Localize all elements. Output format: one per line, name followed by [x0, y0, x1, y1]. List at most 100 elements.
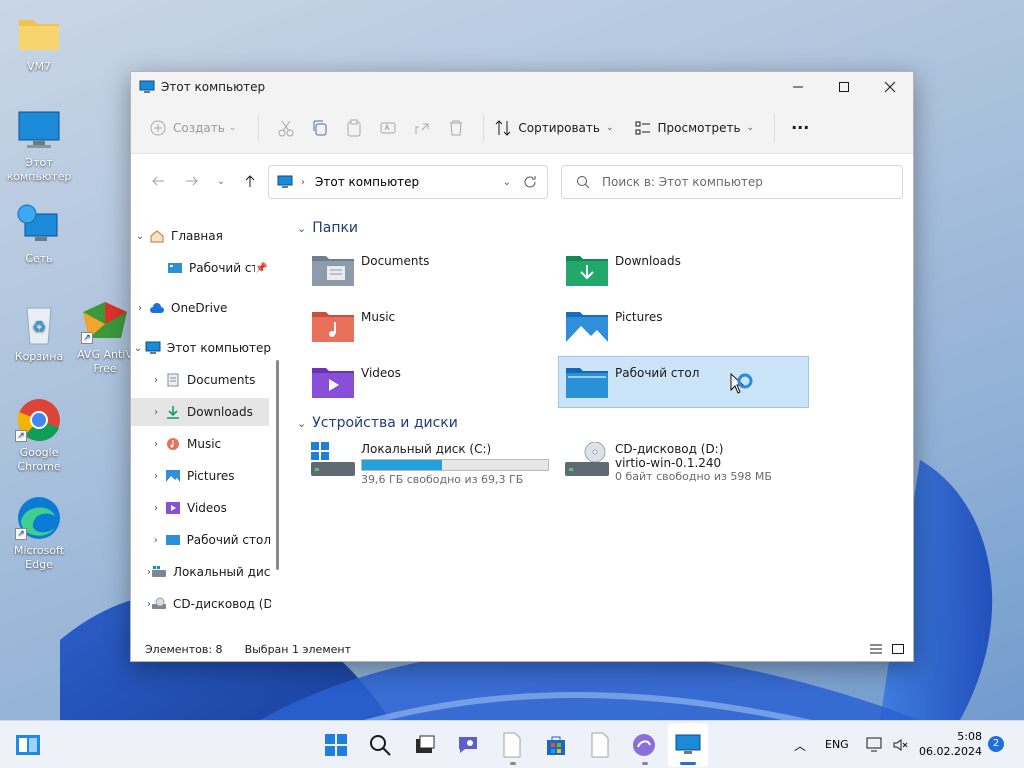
nav-item-videos[interactable]: › Videos — [131, 494, 271, 522]
paste-button[interactable] — [337, 112, 371, 144]
folder-videos[interactable]: Videos — [311, 362, 401, 400]
drive-local-c[interactable]: Локальный диск (C:) 39,6 ГБ свободно из … — [311, 442, 549, 486]
busy-cursor-icon — [730, 372, 753, 394]
nav-item-pictures[interactable]: › Pictures — [131, 462, 271, 490]
volume-muted-icon[interactable] — [892, 737, 908, 753]
nav-item-desktop-pinned[interactable]: Рабочий стол 📌 — [131, 254, 269, 282]
minimize-button[interactable] — [775, 72, 821, 102]
hard-drive-icon — [152, 566, 166, 577]
folder-pictures[interactable]: Pictures — [565, 306, 663, 344]
sort-button[interactable]: Сортировать ⌄ — [494, 112, 614, 144]
desktop-icon-chrome[interactable]: ↗ Google Chrome — [4, 398, 74, 474]
share-button[interactable] — [405, 112, 439, 144]
drive-name: Локальный диск (C:) — [361, 442, 492, 456]
recent-button[interactable]: ⌄ — [209, 167, 233, 195]
more-options-button[interactable]: ··· — [791, 112, 809, 144]
store-button[interactable] — [540, 729, 572, 761]
taskbar: ︿ ENG 5:08 06.02.2024 2 — [0, 720, 1024, 768]
avg-icon: ↗ — [81, 300, 129, 344]
drive-cd-d[interactable]: CD-дисковод (D:) virtio-win-0.1.240 0 ба… — [565, 442, 772, 483]
nav-item-this-pc[interactable]: ⌄ Этот компьютер — [131, 334, 271, 362]
chevron-right-icon: › — [154, 438, 158, 450]
taskbar-file-explorer[interactable] — [672, 729, 704, 761]
refresh-icon[interactable] — [523, 175, 537, 189]
create-button[interactable]: Создать ⌄ — [149, 112, 236, 144]
copy-button[interactable] — [303, 112, 337, 144]
chevron-down-icon[interactable]: ⌄ — [503, 177, 511, 188]
chat-button[interactable] — [452, 729, 484, 761]
nav-item-downloads[interactable]: › Downloads — [131, 398, 269, 426]
view-button[interactable]: Просмотреть ⌄ — [634, 112, 754, 144]
view-icon — [635, 121, 650, 134]
folder-music[interactable]: Music — [311, 306, 395, 344]
nav-item-desktop[interactable]: › Рабочий стол — [131, 526, 271, 554]
edge-icon: ↗ — [15, 496, 63, 540]
taskbar-file-2[interactable] — [584, 729, 616, 761]
desktop-icon-network[interactable]: Сеть — [4, 204, 74, 266]
search-button[interactable] — [364, 729, 396, 761]
search-icon — [577, 176, 590, 189]
content-pane: ⌄ Папки Documents Downloads Music Pictur… — [289, 210, 913, 638]
maximize-button[interactable] — [821, 72, 867, 102]
chevron-up-icon[interactable]: ︿ — [794, 737, 806, 754]
documents-folder-icon — [312, 256, 354, 286]
nav-item-home[interactable]: ⌄ Главная — [131, 222, 271, 250]
taskbar-app-swirl[interactable] — [628, 729, 660, 761]
notification-badge[interactable]: 2 — [988, 736, 1004, 752]
search-placeholder: Поиск в: Этот компьютер — [602, 175, 763, 189]
rename-button[interactable] — [371, 112, 405, 144]
desktop-icon-this-pc[interactable]: Этот компьютер — [4, 108, 74, 184]
nav-item-documents[interactable]: › Documents — [131, 366, 271, 394]
title-bar[interactable]: Этот компьютер — [131, 72, 913, 102]
input-language[interactable]: ENG — [825, 738, 849, 751]
sort-icon — [496, 119, 511, 136]
cloud-icon — [150, 303, 164, 313]
clock[interactable]: 5:08 06.02.2024 — [918, 729, 982, 759]
address-bar[interactable]: › Этот компьютер ⌄ — [268, 165, 548, 199]
cut-button[interactable] — [269, 112, 303, 144]
nav-item-local-disk[interactable]: › Локальный диск (C:) — [131, 558, 271, 586]
search-box[interactable]: Поиск в: Этот компьютер — [561, 165, 903, 199]
chevron-down-icon: ⌄ — [297, 221, 307, 235]
tiles-view-icon[interactable] — [891, 643, 905, 655]
monitor-icon — [15, 108, 63, 152]
desktop-icon-vm7[interactable]: VM7 — [4, 12, 74, 74]
back-button[interactable] — [141, 167, 175, 195]
search-icon — [370, 735, 391, 756]
desktop-icon-recycle-bin[interactable]: ♻ Корзина — [4, 302, 74, 364]
nav-item-cd-drive[interactable]: › CD-дисковод (D:) — [131, 590, 271, 618]
folder-downloads[interactable]: Downloads — [565, 250, 681, 288]
music-folder-icon — [312, 312, 354, 342]
windows-logo-icon — [325, 734, 347, 756]
task-view-button[interactable] — [408, 729, 440, 761]
command-bar: Создать ⌄ Сортировать ⌄ Просмотреть ⌄ ··… — [131, 102, 913, 154]
delete-button[interactable] — [439, 112, 473, 144]
section-header-folders[interactable]: ⌄ Папки — [297, 220, 358, 236]
pictures-folder-icon — [566, 312, 608, 342]
network-status-icon[interactable] — [866, 736, 884, 754]
folder-documents[interactable]: Documents — [311, 250, 429, 288]
taskbar-file-1[interactable] — [496, 729, 528, 761]
share-icon — [415, 123, 429, 134]
nav-scrollbar[interactable] — [276, 360, 279, 570]
item-count: Элементов: 8 — [145, 642, 223, 656]
forward-button[interactable] — [175, 167, 209, 195]
start-button[interactable] — [320, 729, 352, 761]
widgets-button[interactable] — [12, 729, 44, 761]
up-button[interactable] — [233, 167, 267, 195]
hard-drive-icon — [311, 442, 355, 476]
folder-desktop[interactable]: Рабочий стол — [565, 362, 699, 400]
svg-text:♻: ♻ — [32, 317, 46, 336]
desktop-icon-edge[interactable]: ↗ Microsoft Edge — [4, 496, 74, 572]
nav-item-music[interactable]: › Music — [131, 430, 271, 458]
nav-item-onedrive[interactable]: › OneDrive — [131, 294, 271, 322]
copy-icon — [313, 120, 327, 135]
app-swirl-icon — [633, 734, 655, 756]
network-icon — [15, 204, 63, 248]
details-view-icon[interactable] — [869, 643, 883, 655]
chevron-down-icon: ⌄ — [216, 175, 226, 187]
section-header-devices[interactable]: ⌄ Устройства и диски — [297, 415, 458, 431]
chevron-right-icon: › — [154, 406, 158, 418]
monitor-icon — [139, 80, 155, 93]
close-button[interactable] — [867, 72, 913, 102]
